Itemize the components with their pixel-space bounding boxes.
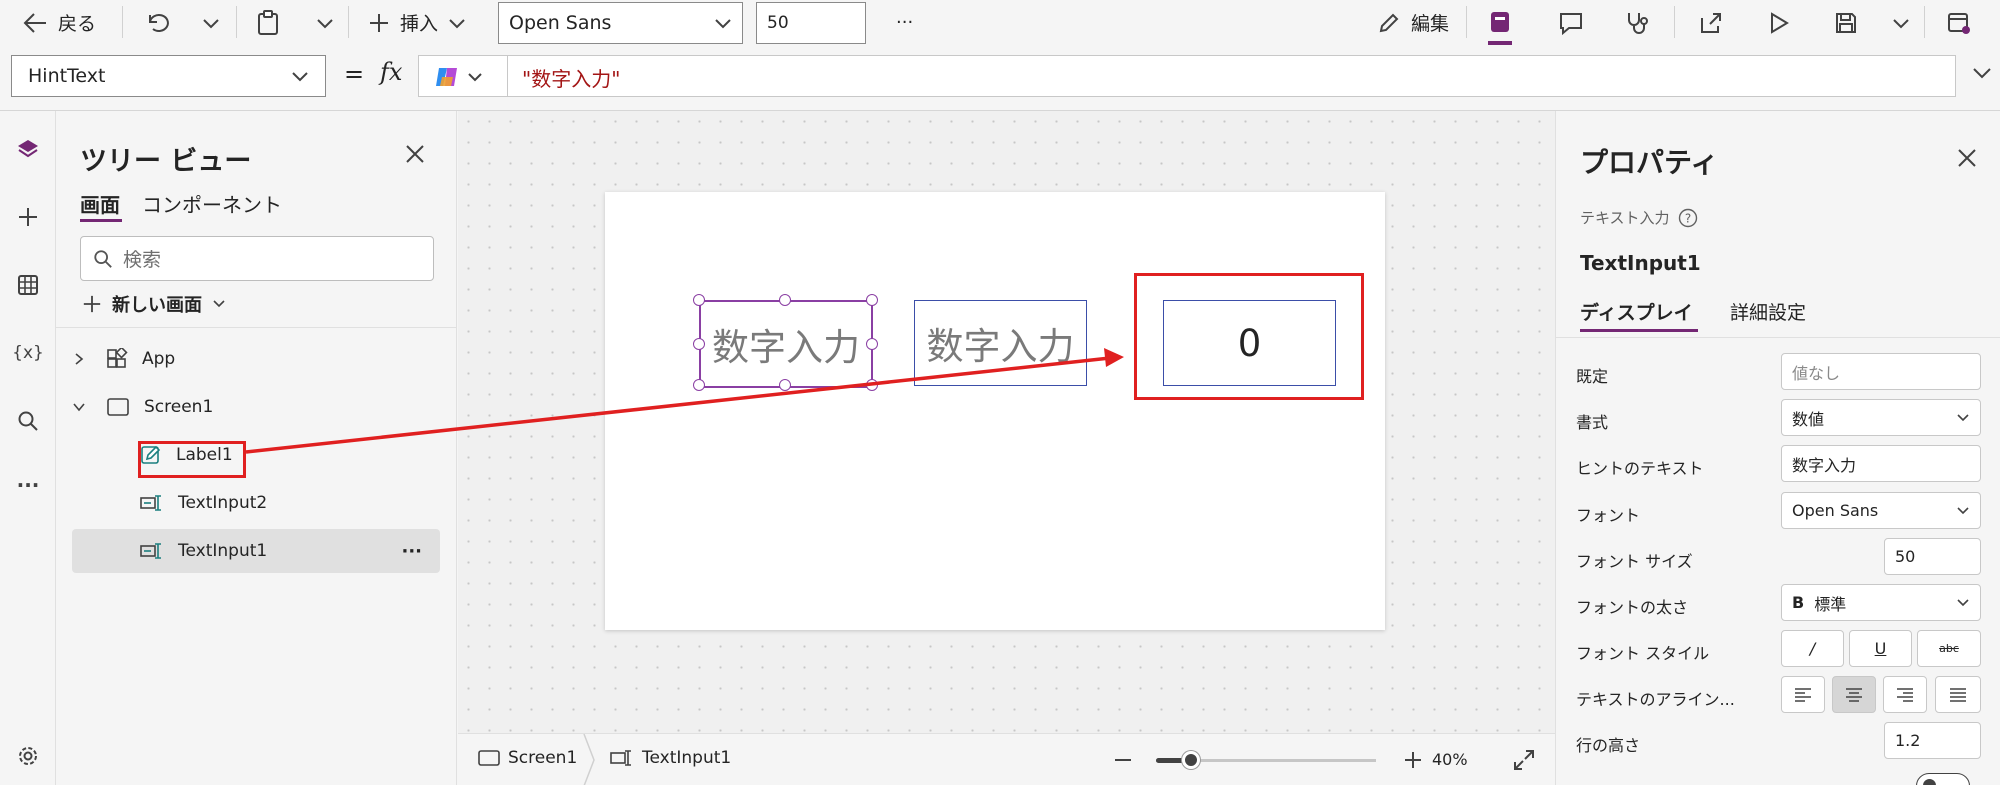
prop-row-format: 書式 数値 <box>1576 399 1981 437</box>
fit-to-window-button[interactable] <box>1512 748 1536 772</box>
align-center-button[interactable] <box>1832 676 1876 713</box>
control-type: テキスト入力 ? <box>1580 207 1698 228</box>
breadcrumb-screen1[interactable]: Screen1 <box>478 748 577 768</box>
underline-button[interactable]: U <box>1849 630 1912 667</box>
screen-icon <box>478 749 500 767</box>
align-right-icon <box>1896 687 1914 702</box>
hint-text-value: 数字入力 <box>1792 455 1857 475</box>
prop-label: フォント スタイル <box>1576 644 1710 663</box>
prop-row-font-style: フォント スタイル / U abc <box>1576 630 1981 668</box>
zoom-level: 40% <box>1432 750 1468 769</box>
font-value: Open Sans <box>1792 501 1879 520</box>
prop-label: ヒントのテキスト <box>1576 459 1704 478</box>
control-name: TextInput1 <box>1580 251 1701 275</box>
tab-display[interactable]: ディスプレイ <box>1580 298 1693 325</box>
canvas-status-bar: Screen1 TextInput1 40% <box>458 733 1555 785</box>
align-right-button[interactable] <box>1883 676 1927 713</box>
italic-icon: / <box>1809 639 1816 658</box>
zoom-slider-thumb[interactable] <box>1181 751 1200 769</box>
control-type-label: テキスト入力 <box>1580 209 1670 227</box>
font-select[interactable]: Open Sans <box>1781 492 1981 529</box>
prop-row-text-align: テキストのアライン... <box>1576 676 1981 714</box>
help-icon[interactable]: ? <box>1678 208 1698 228</box>
font-weight-select[interactable]: B 標準 <box>1781 584 1981 621</box>
align-center-icon <box>1845 687 1863 702</box>
zoom-in-button[interactable] <box>1402 749 1424 771</box>
strikethrough-button[interactable]: abc <box>1917 630 1981 667</box>
align-justify-icon <box>1949 687 1967 702</box>
chevron-down-icon <box>1956 598 1970 608</box>
divider <box>1556 337 2000 338</box>
default-input[interactable]: 値なし <box>1781 353 1981 390</box>
active-tab-indicator <box>1580 329 1698 332</box>
font-size-value: 50 <box>1895 547 1916 566</box>
prop-row-line-height: 行の高さ 1.2 <box>1576 722 1981 760</box>
format-value: 数値 <box>1792 409 1825 429</box>
underline-icon: U <box>1874 639 1887 658</box>
font-weight-value: 標準 <box>1814 594 1847 614</box>
default-placeholder: 値なし <box>1792 363 1841 383</box>
properties-panel: プロパティ テキスト入力 ? TextInput1 ディスプレイ 詳細設定 既定… <box>1555 111 2000 785</box>
prop-label: 既定 <box>1576 367 1609 386</box>
tab-advanced[interactable]: 詳細設定 <box>1730 298 1806 325</box>
align-left-icon <box>1794 687 1812 702</box>
breadcrumb-textinput1[interactable]: TextInput1 <box>610 748 731 768</box>
align-left-button[interactable] <box>1781 676 1825 713</box>
breadcrumb-label: TextInput1 <box>642 748 732 768</box>
prop-label: フォント サイズ <box>1576 552 1693 571</box>
prop-label: テキストのアライン... <box>1576 690 1735 709</box>
svg-text:?: ? <box>1684 211 1690 225</box>
properties-title: プロパティ <box>1580 146 1719 179</box>
font-size-input[interactable]: 50 <box>1884 538 1981 575</box>
line-height-value: 1.2 <box>1895 731 1921 750</box>
chevron-down-icon <box>1956 506 1970 516</box>
prop-row-font: フォント Open Sans <box>1576 492 1981 530</box>
prop-row-hint-text: ヒントのテキスト 数字入力 <box>1576 445 1981 483</box>
close-icon[interactable] <box>1956 147 1978 169</box>
hint-text-input[interactable]: 数字入力 <box>1781 445 1981 482</box>
prop-row-default: 既定 値なし <box>1576 353 1981 391</box>
chevron-down-icon <box>1956 413 1970 423</box>
breadcrumb-separator-icon <box>583 734 595 785</box>
strikethrough-icon: abc <box>1939 642 1959 655</box>
prop-label: 書式 <box>1576 413 1609 432</box>
toggle-switch[interactable] <box>1916 773 1970 785</box>
zoom-out-button[interactable] <box>1112 749 1134 771</box>
prop-label: 行の高さ <box>1576 736 1641 755</box>
prop-row-font-size: フォント サイズ 50 <box>1576 538 1981 576</box>
line-height-input[interactable]: 1.2 <box>1884 722 1981 759</box>
bold-icon: B <box>1792 593 1805 612</box>
align-justify-button[interactable] <box>1935 676 1981 713</box>
text-input-icon <box>610 748 634 768</box>
prop-label: フォントの太さ <box>1576 598 1689 617</box>
breadcrumb-label: Screen1 <box>508 748 578 768</box>
format-select[interactable]: 数値 <box>1781 399 1981 436</box>
prop-row-font-weight: フォントの太さ B 標準 <box>1576 584 1981 622</box>
italic-button[interactable]: / <box>1781 630 1844 667</box>
prop-label: フォント <box>1576 506 1641 525</box>
